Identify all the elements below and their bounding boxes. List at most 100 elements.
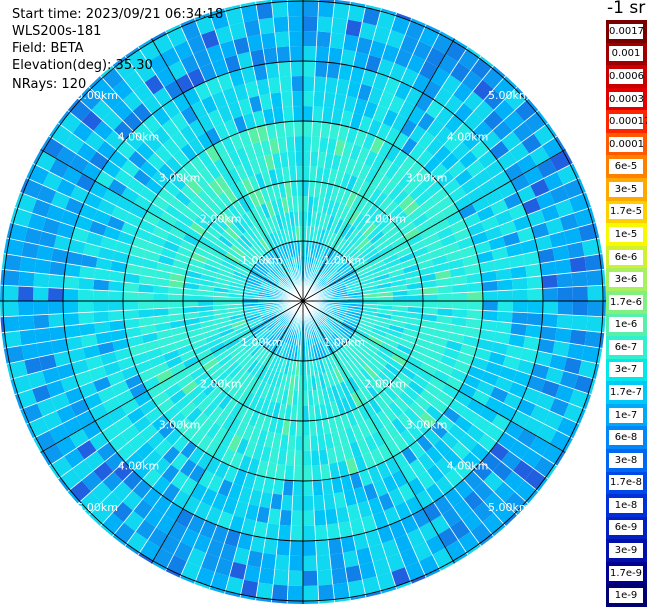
range-gate-cell: [303, 121, 313, 137]
range-gate-cell: [291, 510, 303, 526]
range-gate-cell: [277, 524, 292, 541]
range-gate-cell: [303, 480, 314, 496]
colorbar-tick-label: 1e-9: [609, 588, 643, 604]
range-ring-label: 2.00km: [200, 377, 242, 390]
range-gate-cell: [329, 32, 346, 50]
range-gate-cell: [292, 91, 303, 107]
elevation-label: Elevation(deg): 35.30: [12, 58, 153, 73]
range-gate-cell: [317, 569, 333, 586]
range-gate-cell: [586, 315, 603, 333]
range-gate-cell: [3, 285, 19, 301]
colorbar-tick-label: 0.0017: [609, 23, 644, 39]
range-gate-cell: [271, 584, 289, 601]
range-gate-cell: [316, 554, 332, 571]
range-gate-cell: [303, 106, 314, 122]
range-gate-cell: [288, 31, 303, 47]
range-gate-cell: [315, 46, 330, 63]
colorbar-tick-label: 1e-8: [609, 497, 643, 513]
range-ring-label: 5.00km: [488, 501, 530, 514]
range-gate-cell: [277, 61, 292, 78]
range-gate-cell: [437, 301, 453, 309]
range-gate-cell: [33, 272, 50, 288]
range-gate-cell: [571, 315, 588, 331]
range-gate-cell: [569, 256, 587, 273]
range-gate-cell: [287, 1, 303, 17]
range-gate-cell: [281, 91, 293, 108]
range-gate-cell: [294, 450, 303, 466]
range-gate-cell: [452, 292, 468, 301]
range-gate-cell: [287, 585, 303, 601]
range-ring-label: 3.00km: [406, 172, 448, 185]
range-gate-cell: [587, 301, 603, 317]
range-gate-cell: [292, 480, 303, 496]
range-gate-cell: [288, 16, 303, 32]
range-gate-cell: [295, 435, 303, 451]
range-gate-cell: [78, 277, 95, 290]
range-gate-cell: [276, 46, 291, 63]
range-gate-cell: [554, 327, 572, 344]
range-gate-cell: [295, 151, 303, 167]
range-gate-cell: [526, 275, 543, 290]
range-gate-cell: [292, 106, 303, 122]
range-gate-cell: [273, 16, 289, 33]
range-gate-cell: [303, 585, 319, 601]
range-gate-cell: [256, 2, 274, 20]
range-gate-cell: [33, 314, 50, 330]
range-gate-cell: [512, 289, 528, 301]
range-gate-cell: [331, 17, 348, 35]
range-gate-cell: [303, 510, 315, 526]
range-gate-cell: [4, 254, 22, 272]
range-gate-cell: [497, 290, 513, 301]
range-gate-cell: [511, 277, 528, 290]
range-gate-cell: [18, 286, 34, 301]
range-ring-label: 5.00km: [76, 501, 118, 514]
range-gate-cell: [526, 312, 543, 327]
colorbar-tick-label: 1e-6: [609, 317, 643, 333]
range-gate-cell: [556, 272, 573, 288]
range-gate-cell: [48, 313, 65, 328]
range-gate-cell: [332, 2, 350, 20]
range-ring-label: 5.00km: [488, 89, 530, 102]
range-gate-cell: [63, 275, 80, 290]
range-gate-cell: [289, 46, 303, 62]
range-gate-cell: [303, 525, 316, 541]
range-gate-cell: [556, 314, 573, 330]
range-gate-cell: [584, 254, 602, 272]
range-gate-cell: [93, 290, 109, 301]
range-gate-cell: [572, 301, 588, 316]
colorbar-tick-label: 3e-7: [609, 362, 643, 378]
range-gate-cell: [303, 76, 315, 92]
range-gate-cell: [3, 315, 20, 333]
colorbar-tick-label: 6e-9: [609, 520, 643, 536]
colorbar-tick-label: 0.0001: [609, 136, 644, 152]
colorbar-tick-label: 0.0003: [609, 91, 644, 107]
range-gate-cell: [258, 567, 275, 585]
range-gate-cell: [496, 279, 513, 291]
range-ring-label: 4.00km: [118, 130, 160, 143]
range-gate-cell: [303, 495, 314, 511]
range-gate-cell: [3, 269, 20, 287]
range-gate-cell: [153, 301, 169, 309]
range-gate-cell: [437, 293, 453, 301]
range-gate-cell: [19, 329, 37, 346]
range-gate-cell: [314, 76, 327, 93]
range-gate-cell: [452, 301, 468, 310]
colorbar-title: -1 sr: [607, 0, 646, 18]
range-gate-cell: [314, 524, 329, 541]
range-ring-label: 1.00km: [241, 254, 283, 267]
range-gate-cell: [541, 313, 558, 328]
range-gate-cell: [557, 301, 573, 316]
range-gate-cell: [541, 274, 558, 289]
range-gate-cell: [290, 61, 303, 77]
range-gate-cell: [123, 301, 139, 311]
range-gate-cell: [569, 329, 587, 346]
range-gate-cell: [317, 1, 335, 18]
range-gate-cell: [93, 279, 110, 291]
range-gate-cell: [48, 274, 65, 289]
nrays-label: NRays: 120: [12, 77, 87, 92]
range-gate-cell: [511, 312, 528, 325]
range-gate-cell: [281, 494, 293, 511]
colorbar-tick-label: 0.001: [609, 46, 643, 62]
range-gate-cell: [303, 555, 318, 571]
range-gate-cell: [279, 509, 292, 526]
